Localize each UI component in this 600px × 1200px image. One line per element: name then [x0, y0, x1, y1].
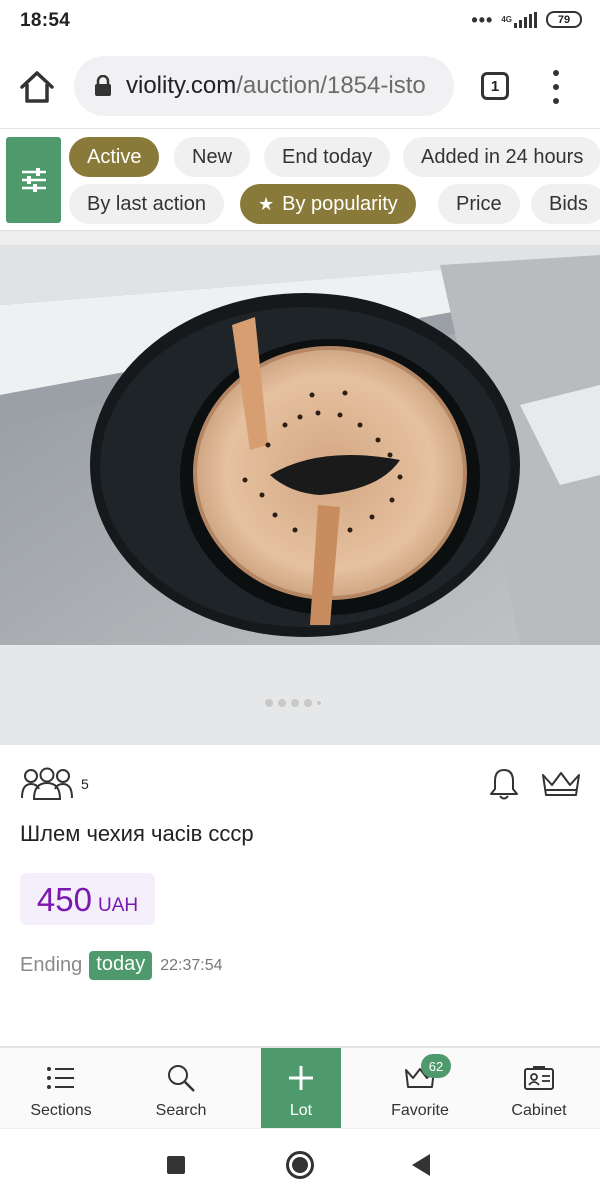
- sort-chip-popularity[interactable]: ★ By popularity: [240, 184, 416, 224]
- recent-apps-icon[interactable]: [167, 1156, 185, 1174]
- signal-icon: [514, 11, 537, 28]
- price-value: 450: [36, 881, 92, 918]
- filter-chip-new[interactable]: New: [174, 137, 251, 177]
- url-path: /auction/1854-isto: [236, 72, 426, 99]
- list-icon: [44, 1062, 78, 1094]
- sort-chip-bids[interactable]: Bids: [531, 184, 600, 224]
- filter-chip-added-24h[interactable]: Added in 24 hours: [403, 137, 600, 177]
- url-text: violity.com/auction/1854-isto: [126, 72, 426, 100]
- bidders-icon: [21, 767, 73, 800]
- filter-bar: Active New End today Added in 24 hours B…: [0, 128, 600, 230]
- nav-add-lot[interactable]: Lot: [261, 1048, 341, 1128]
- carousel-dots[interactable]: [265, 699, 321, 707]
- browser-menu-icon[interactable]: [548, 70, 564, 104]
- sort-chip-price[interactable]: Price: [438, 184, 520, 224]
- ending-time: 22:37:54: [160, 956, 223, 974]
- section-separator: [0, 230, 600, 245]
- nav-cabinet[interactable]: Cabinet: [479, 1048, 599, 1128]
- carousel-dot[interactable]: [304, 699, 312, 707]
- filter-chip-active[interactable]: Active: [69, 137, 160, 177]
- status-bar: 18:54 ••• 4G 79: [0, 0, 600, 44]
- filter-settings-button[interactable]: [6, 137, 61, 223]
- home-button-icon[interactable]: [286, 1151, 314, 1179]
- filter-chip-end-today[interactable]: End today: [264, 137, 391, 177]
- carousel-dot[interactable]: [317, 701, 321, 705]
- crown-icon: 62: [403, 1054, 451, 1094]
- price-currency: UAH: [97, 895, 139, 916]
- ending-today-badge: today: [89, 951, 153, 980]
- nav-search[interactable]: Search: [121, 1048, 241, 1128]
- helmet-photo-illustration: [0, 245, 600, 645]
- sort-chip-popularity-label: By popularity: [282, 192, 398, 215]
- status-icons: ••• 4G 79: [471, 9, 582, 30]
- carousel-dot[interactable]: [278, 699, 286, 707]
- browser-toolbar: violity.com/auction/1854-isto 1: [0, 44, 600, 128]
- id-card-icon: [522, 1062, 556, 1094]
- address-bar[interactable]: violity.com/auction/1854-isto: [74, 56, 454, 116]
- plus-icon: [284, 1062, 318, 1094]
- bell-icon[interactable]: [488, 767, 520, 801]
- system-navigation-bar: [0, 1128, 600, 1200]
- url-domain: violity.com: [126, 72, 237, 99]
- favorite-count-badge: 62: [421, 1054, 451, 1078]
- lot-card: 5 Шлем чехия часів ссср 450 UAH Ending t…: [0, 745, 600, 1045]
- back-icon[interactable]: [412, 1154, 430, 1176]
- nav-sections-label: Sections: [30, 1102, 92, 1119]
- carousel-indicator-area: [0, 645, 600, 745]
- bidders-count: 5: [81, 776, 89, 792]
- star-icon: ★: [258, 193, 275, 214]
- lot-photo[interactable]: [0, 245, 600, 645]
- crown-icon[interactable]: [540, 770, 582, 798]
- network-type: 4G: [501, 14, 512, 24]
- sort-chip-last-action[interactable]: By last action: [69, 184, 224, 224]
- ending-label: Ending: [20, 954, 83, 976]
- home-icon[interactable]: [18, 68, 56, 106]
- bottom-navigation: Sections Search Lot 62 Favorite Cabinet: [0, 1046, 600, 1128]
- battery-icon: 79: [546, 11, 582, 28]
- lot-title[interactable]: Шлем чехия часів ссср: [20, 821, 254, 847]
- nav-search-label: Search: [155, 1102, 207, 1119]
- sliders-icon: [21, 168, 46, 192]
- lock-icon: [95, 75, 111, 96]
- carousel-dot[interactable]: [291, 699, 299, 707]
- carousel-dot[interactable]: [265, 699, 273, 707]
- nav-favorite-label: Favorite: [391, 1102, 449, 1119]
- nav-favorite[interactable]: 62 Favorite: [360, 1048, 480, 1128]
- price-box: 450 UAH: [20, 873, 155, 925]
- ending-info: Ending today 22:37:54: [20, 951, 223, 980]
- nav-sections[interactable]: Sections: [1, 1048, 121, 1128]
- nav-cabinet-label: Cabinet: [511, 1102, 567, 1119]
- search-icon: [164, 1062, 198, 1094]
- status-time: 18:54: [20, 10, 71, 31]
- tab-switcher-button[interactable]: 1: [481, 72, 509, 100]
- notification-dots-icon: •••: [471, 9, 494, 30]
- nav-lot-label: Lot: [289, 1102, 313, 1119]
